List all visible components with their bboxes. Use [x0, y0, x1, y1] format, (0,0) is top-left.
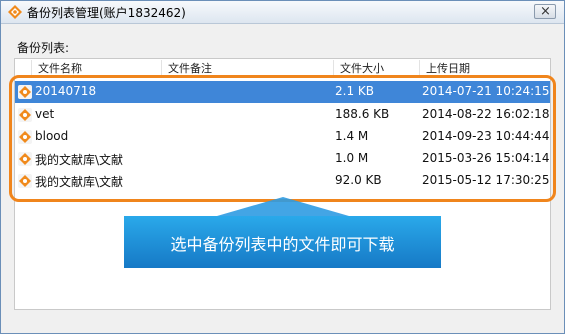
- app-logo-icon: [8, 5, 22, 19]
- close-icon: ×: [540, 4, 551, 19]
- callout-text: 选中备份列表中的文件即可下载: [170, 235, 395, 254]
- callout-pointer: [217, 197, 349, 216]
- highlight-frame: [9, 75, 556, 202]
- title-bar: 备份列表管理(账户1832462) ×: [1, 1, 564, 24]
- backup-list-label: 备份列表:: [17, 41, 70, 55]
- close-button[interactable]: ×: [534, 4, 556, 19]
- window-title: 备份列表管理(账户1832462): [27, 6, 186, 20]
- download-hint-callout: 选中备份列表中的文件即可下载: [124, 216, 441, 268]
